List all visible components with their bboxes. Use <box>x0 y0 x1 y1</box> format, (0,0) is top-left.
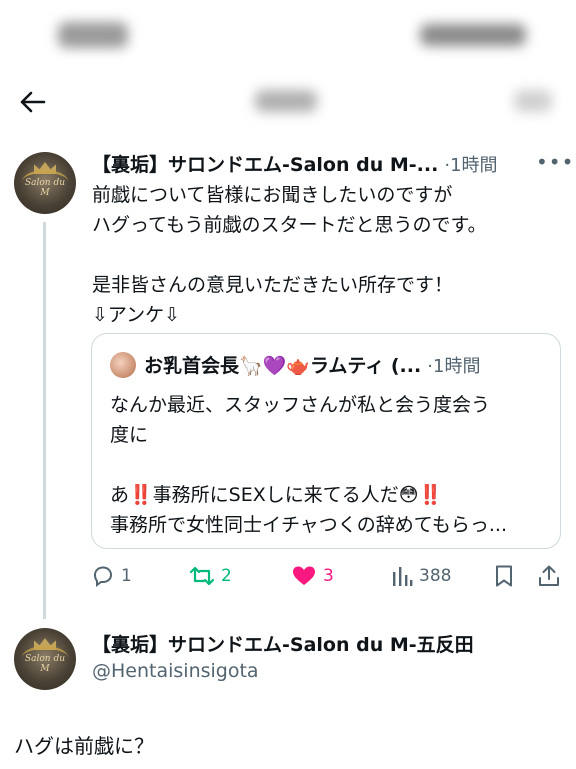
quote-header: お乳首会長🦙💜🫖ラムティ (... ·1時間 <box>144 351 554 378</box>
share-icon <box>539 565 559 586</box>
analytics-icon <box>393 567 413 586</box>
like-button[interactable]: 3 <box>291 562 334 590</box>
quote-text-line: あ‼️事務所にSEXしに来てる人だ😳‼️ <box>110 484 443 506</box>
tweet-text-line: ⇩アンケ⇩ <box>92 304 181 326</box>
bookmark-icon <box>496 565 512 587</box>
reply-author-name[interactable]: 【裏垢】サロンドエム-Salon du M-五反田 <box>92 630 474 657</box>
quote-author-name: お乳首会長🦙💜🫖ラムティ (... <box>144 355 422 377</box>
back-arrow-icon[interactable] <box>18 88 46 116</box>
reply-button[interactable]: 1 <box>91 562 132 590</box>
reply-icon <box>93 566 113 587</box>
heart-icon <box>293 566 315 585</box>
status-time-blurred <box>58 22 128 48</box>
avatar-logo-mark: Salon du M <box>24 178 66 198</box>
tweet-text-line: 是非皆さんの意見いただきたい所存です！ <box>92 274 454 296</box>
share-button[interactable] <box>537 562 561 590</box>
avatar-logo-mark: Salon du M <box>24 654 66 674</box>
header-action-blurred <box>514 90 552 112</box>
reply-text: ハグは前戯に？ <box>14 734 154 758</box>
status-icons-blurred <box>420 24 526 46</box>
quote-text-line: 度に <box>110 424 149 446</box>
retweet-icon <box>189 566 215 586</box>
quote-avatar <box>110 352 136 378</box>
quote-text-line: 事務所で女性同士イチャつくの辞めてもらっ... <box>110 514 507 536</box>
page-title-blurred <box>255 90 317 112</box>
tweet-action-bar: 1 2 3 388 <box>91 562 561 590</box>
quote-text-line: なんか最近、スタッフさんが私と会う度会う <box>110 394 491 416</box>
tweet-text-line: 前戯について皆様にお聞きしたいのですが <box>92 184 453 206</box>
tweet-text-line: ハグってもう前戯のスタートだと思うのです。 <box>92 214 487 236</box>
tweet-time[interactable]: ·1時間 <box>444 155 497 176</box>
like-count: 3 <box>323 566 334 586</box>
reply-count: 1 <box>121 566 132 586</box>
quoted-tweet-card[interactable]: お乳首会長🦙💜🫖ラムティ (... ·1時間 なんか最近、スタッフさんが私と会う… <box>91 333 561 549</box>
thread-connector <box>43 222 46 619</box>
tweet-header: 【裏垢】サロンドエム-Salon du M-... ·1時間 <box>92 150 562 176</box>
quote-text: なんか最近、スタッフさんが私と会う度会う 度にあ‼️事務所にSEXしに来てる人だ😳… <box>110 390 550 540</box>
avatar[interactable]: Salon du M <box>14 152 76 214</box>
views-button[interactable]: 388 <box>391 562 451 590</box>
reply-handle[interactable]: @Hentaisinsigota <box>92 660 259 682</box>
retweet-button[interactable]: 2 <box>189 562 232 590</box>
bookmark-button[interactable] <box>493 562 515 590</box>
views-count: 388 <box>419 566 452 586</box>
quote-time: ·1時間 <box>427 356 481 377</box>
more-options-icon[interactable]: ••• <box>536 150 573 174</box>
tweet-text: 前戯について皆様にお聞きしたいのですがハグってもう前戯のスタートだと思うのです。… <box>92 180 552 330</box>
retweet-count: 2 <box>221 566 232 586</box>
author-name[interactable]: 【裏垢】サロンドエム-Salon du M-... <box>92 154 438 176</box>
reply-avatar[interactable]: Salon du M <box>14 628 76 690</box>
